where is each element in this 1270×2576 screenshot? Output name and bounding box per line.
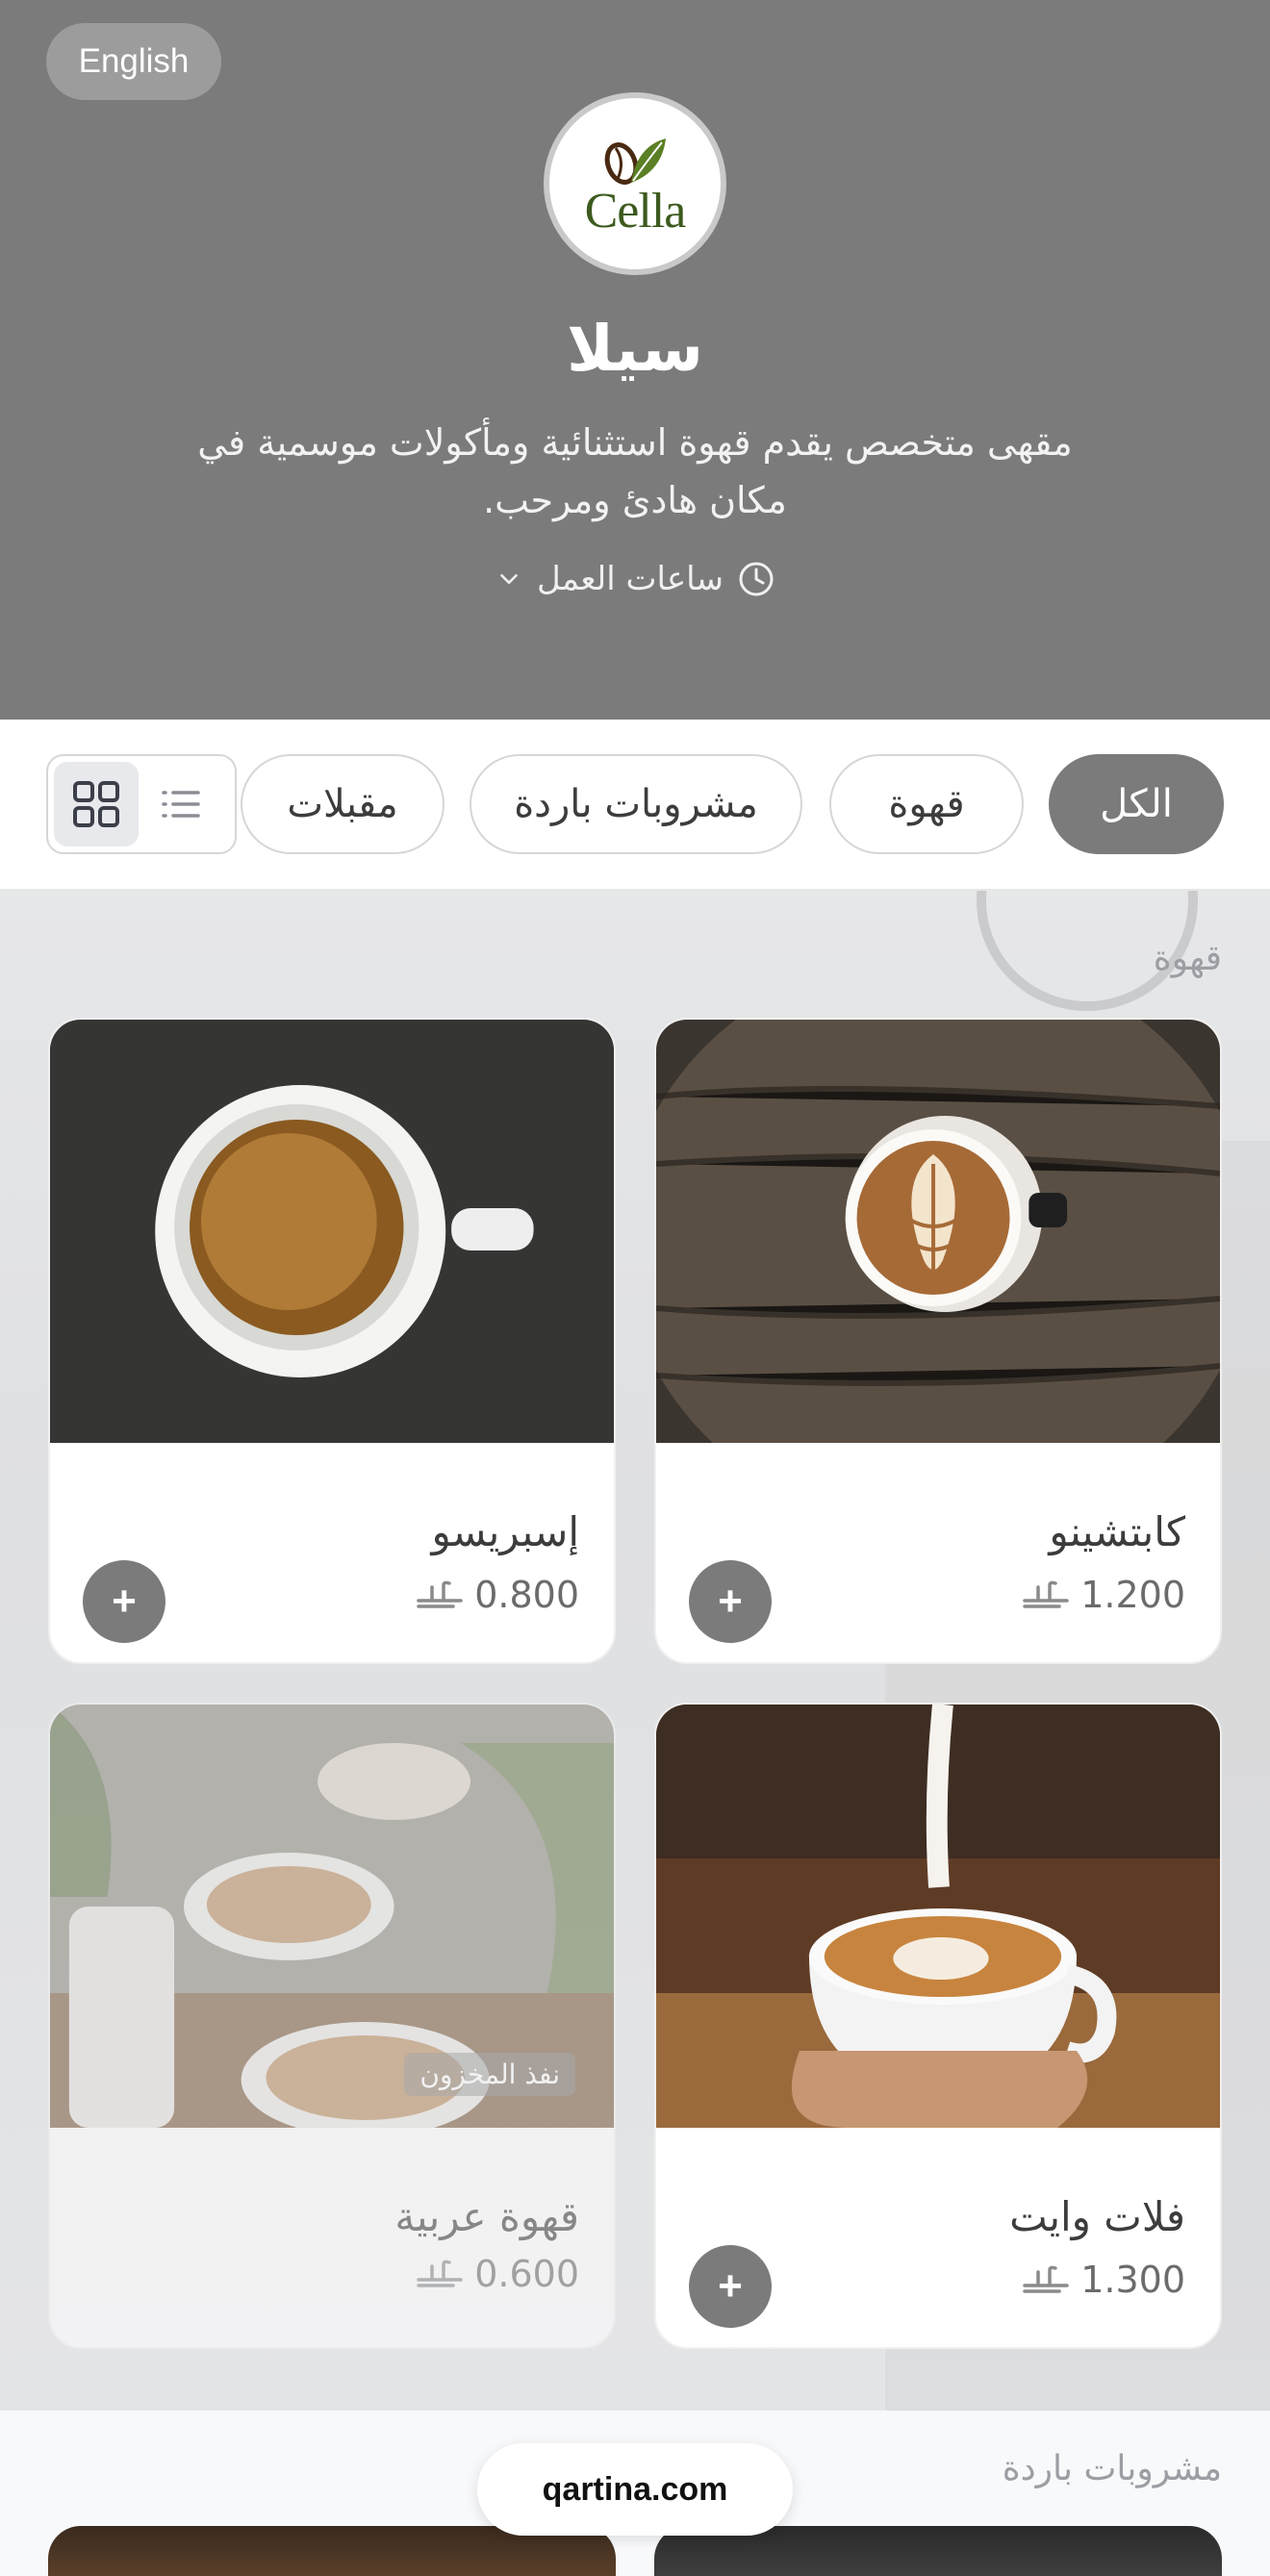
menu-item-price: 1.200 bbox=[1021, 1574, 1185, 1616]
menu-section-coffee: قهوة كابتشينو 1.200 + إسبريسو 0.800 + فل… bbox=[0, 891, 1270, 2411]
cafe-logo: Cella bbox=[544, 92, 726, 275]
working-hours-label: ساعات العمل bbox=[537, 560, 724, 598]
menu-item-name: كابتشينو bbox=[1049, 1508, 1185, 1555]
grid-view-button[interactable] bbox=[54, 762, 139, 846]
list-view-button[interactable] bbox=[139, 762, 223, 846]
currency-icon bbox=[1023, 2265, 1069, 2293]
site-link[interactable]: qartina.com bbox=[477, 2443, 793, 2536]
sold-out-badge: نفذ المخزون bbox=[404, 2053, 575, 2096]
section-title: قهوة bbox=[1153, 939, 1222, 978]
menu-item-name: قهوة عربية bbox=[394, 2193, 579, 2240]
menu-section-cold-drinks: مشروبات باردة qartina.com bbox=[0, 2411, 1270, 2576]
cafe-name: سيلا bbox=[567, 312, 703, 386]
coffee-leaf-icon bbox=[604, 138, 666, 185]
add-to-cart-button[interactable]: + bbox=[689, 1560, 772, 1643]
menu-item-price-value: 0.600 bbox=[474, 2253, 579, 2295]
menu-item-price: 0.800 bbox=[415, 1574, 579, 1616]
category-chip-appetizers[interactable]: مقبلات bbox=[241, 754, 444, 854]
language-toggle-button[interactable]: English bbox=[46, 23, 221, 100]
add-to-cart-button[interactable]: + bbox=[83, 1560, 165, 1643]
currency-icon bbox=[1023, 1580, 1069, 1608]
category-chip-coffee[interactable]: قهوة bbox=[829, 754, 1024, 854]
flat-white-photo bbox=[656, 1705, 1220, 2128]
menu-item-price-value: 1.300 bbox=[1080, 2259, 1185, 2301]
category-chip-cold-drinks[interactable]: مشروبات باردة bbox=[470, 754, 802, 854]
espresso-photo bbox=[50, 1020, 614, 1443]
grid-icon bbox=[73, 781, 119, 827]
category-chip-all[interactable]: الكل bbox=[1049, 754, 1224, 854]
menu-item-card: نفذ المخزون قهوة عربية 0.600 bbox=[48, 1703, 616, 2349]
view-mode-toggle bbox=[46, 754, 237, 854]
menu-item-price-value: 0.800 bbox=[474, 1574, 579, 1616]
menu-item-name: إسبريسو bbox=[431, 1508, 579, 1555]
currency-icon bbox=[417, 2260, 463, 2287]
section-title: مشروبات باردة bbox=[1002, 2449, 1222, 2488]
category-bar: الكل قهوة مشروبات باردة مقبلات bbox=[0, 720, 1270, 891]
menu-item-name: فلات وايت bbox=[1009, 2193, 1185, 2240]
menu-item-price: 0.600 bbox=[415, 2253, 579, 2295]
logo-wordmark: Cella bbox=[584, 183, 687, 239]
menu-item-price: 1.300 bbox=[1021, 2259, 1185, 2301]
currency-icon bbox=[417, 1580, 463, 1608]
menu-item-card[interactable]: إسبريسو 0.800 + bbox=[48, 1018, 616, 1664]
header-banner: English Cella سيلا مقهى متخصص يقدم قهوة … bbox=[0, 0, 1270, 720]
chevron-down-icon bbox=[500, 573, 518, 585]
cafe-description: مقهى متخصص يقدم قهوة استثنائية ومأكولات … bbox=[197, 421, 1073, 521]
add-to-cart-button[interactable]: + bbox=[689, 2245, 772, 2328]
menu-item-card[interactable]: كابتشينو 1.200 + bbox=[654, 1018, 1222, 1664]
menu-item-card[interactable]: فلات وايت 1.300 + bbox=[654, 1703, 1222, 2349]
menu-item-price-value: 1.200 bbox=[1080, 1574, 1185, 1616]
clock-icon bbox=[739, 562, 774, 596]
list-icon bbox=[162, 791, 200, 818]
working-hours-toggle[interactable]: ساعات العمل bbox=[0, 560, 1270, 598]
cappuccino-photo bbox=[656, 1020, 1220, 1443]
